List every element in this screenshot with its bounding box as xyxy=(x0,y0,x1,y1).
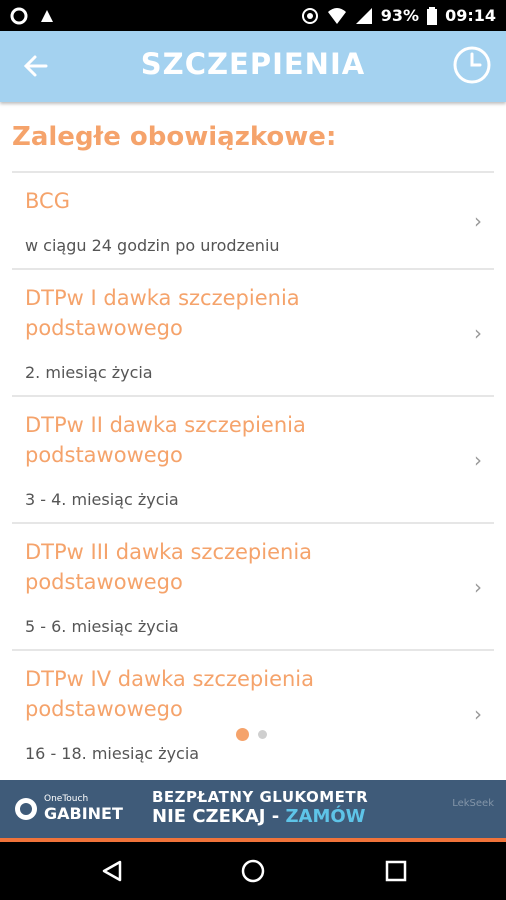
vaccine-timing: 16 - 18. miesiąc życia xyxy=(25,744,200,763)
vaccine-timing: 3 - 4. miesiąc życia xyxy=(25,490,179,509)
ad-line1-b: GLUKOMETR xyxy=(259,788,369,806)
signal-icon xyxy=(355,7,372,24)
vaccine-timing: 2. miesiąc życia xyxy=(25,363,153,382)
wifi-icon xyxy=(327,7,346,24)
notification-icon xyxy=(10,7,28,24)
ad-line2-a: NIE CZEKAJ - xyxy=(152,806,286,827)
app-title: SZCZEPIENIA xyxy=(140,47,366,81)
list-item[interactable]: DTPw I dawka szczepienia podstawowego 2.… xyxy=(12,268,494,395)
ad-brand: OneTouch GABINET xyxy=(14,794,123,823)
status-bar: 93% 09:14 xyxy=(0,0,506,31)
back-nav-icon[interactable] xyxy=(100,859,124,883)
vaccine-name: DTPw IV dawka szczepienia podstawowego xyxy=(25,667,315,721)
home-nav-icon[interactable] xyxy=(241,859,265,883)
chevron-right-icon: › xyxy=(474,320,482,345)
history-clock-icon[interactable] xyxy=(452,45,492,85)
page-dot[interactable] xyxy=(258,730,267,739)
onetouch-logo-icon xyxy=(15,797,37,820)
section-title: Zaległe obowiązkowe: xyxy=(12,122,337,152)
vaccine-name: DTPw III dawka szczepienia podstawowego xyxy=(25,540,313,594)
ad-line1-a: BEZPŁATNY xyxy=(152,788,260,806)
vaccine-timing: w ciągu 24 godzin po urodzeniu xyxy=(25,236,280,255)
app-bar: SZCZEPIENIA xyxy=(0,31,506,102)
ad-text: BEZPŁATNY GLUKOMETR NIE CZEKAJ - ZAMÓW xyxy=(152,788,368,827)
sync-icon xyxy=(301,7,318,24)
clock-time: 09:14 xyxy=(445,6,496,25)
chevron-right-icon: › xyxy=(474,447,482,472)
chevron-right-icon: › xyxy=(474,574,482,599)
ad-cta: ZAMÓW xyxy=(285,806,366,827)
vaccine-name: DTPw I dawka szczepienia podstawowego xyxy=(25,286,300,340)
list-item[interactable]: DTPw III dawka szczepienia podstawowego … xyxy=(12,522,494,649)
list-item[interactable]: BCG w ciągu 24 godzin po urodzeniu › xyxy=(12,171,494,268)
navigation-bar xyxy=(0,842,506,900)
page-dot-active[interactable] xyxy=(236,728,249,741)
app-notification-icon xyxy=(41,9,53,22)
ad-brand-small: OneTouch xyxy=(44,794,89,804)
battery-icon xyxy=(427,6,438,25)
vaccine-timing: 5 - 6. miesiąc życia xyxy=(25,617,179,636)
page-indicator xyxy=(236,728,267,741)
vaccine-list: BCG w ciągu 24 godzin po urodzeniu › DTP… xyxy=(12,171,494,776)
ad-banner[interactable]: OneTouch GABINET BEZPŁATNY GLUKOMETR NIE… xyxy=(0,780,506,842)
list-item[interactable]: DTPw IV dawka szczepienia podstawowego 1… xyxy=(12,649,494,776)
chevron-right-icon: › xyxy=(474,208,482,233)
ad-watermark: LekSeek xyxy=(452,798,494,809)
chevron-right-icon: › xyxy=(474,701,482,726)
battery-percent: 93% xyxy=(380,6,420,25)
ad-brand-big: GABINET xyxy=(44,804,123,823)
list-item[interactable]: DTPw II dawka szczepienia podstawowego 3… xyxy=(12,395,494,522)
vaccine-name: DTPw II dawka szczepienia podstawowego xyxy=(25,413,306,467)
vaccine-name: BCG xyxy=(25,189,70,213)
recents-nav-icon[interactable] xyxy=(384,859,408,883)
